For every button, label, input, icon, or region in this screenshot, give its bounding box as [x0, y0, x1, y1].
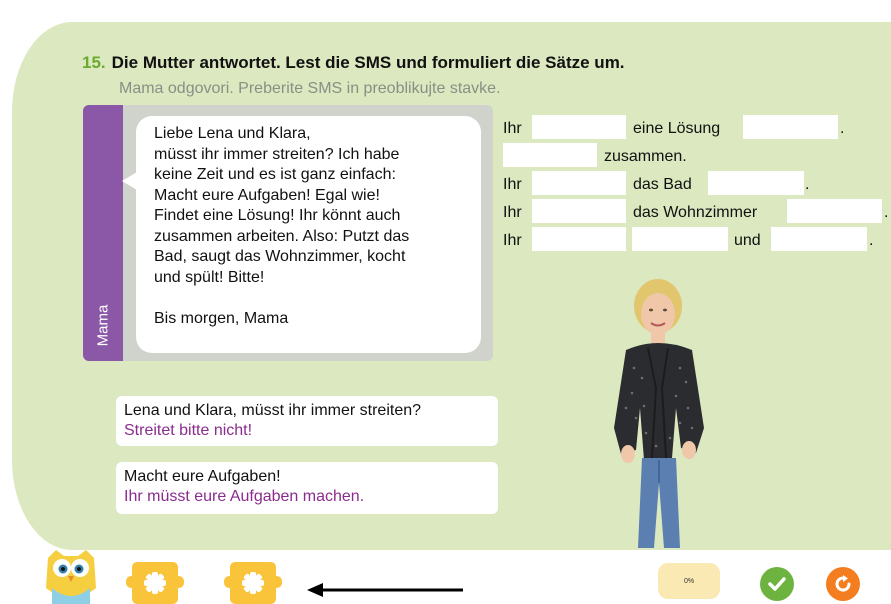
sms-line: Liebe Lena und Klara,	[154, 125, 311, 142]
example-answer: Streitet bitte nicht!	[124, 422, 253, 439]
answer-blank[interactable]	[532, 227, 626, 251]
example-prompt: Macht eure Aufgaben!	[124, 468, 281, 485]
answer-blank[interactable]	[532, 171, 626, 195]
left-arrow-icon	[307, 583, 463, 597]
check-button[interactable]	[760, 567, 794, 601]
line-word: .	[840, 120, 845, 137]
reset-icon	[835, 575, 851, 592]
hint-puzzle-button[interactable]	[126, 560, 184, 604]
line-word: eine Lösung	[633, 120, 721, 137]
sms-closing: Bis morgen, Mama	[154, 309, 289, 327]
sms-sender-label: Mama	[94, 304, 112, 346]
example-box-1: Lena und Klara, müsst ihr immer streiten…	[116, 396, 498, 446]
sms-line: und spült! Bitte!	[154, 268, 265, 286]
sms-line: Macht eure Aufgaben! Egal wie!	[154, 186, 380, 204]
answer-blank[interactable]	[771, 227, 867, 251]
hint-puzzle-button-2[interactable]	[224, 560, 282, 604]
exercise-title: 15. Die Mutter antwortet. Lest die SMS un…	[82, 53, 625, 73]
exercise-title-text: Die Mutter antwortet. Lest die SMS und f…	[111, 53, 625, 72]
line-word: Ihr	[503, 120, 522, 137]
sms-line: Bad, saugt das Wohnzimmer, kocht	[154, 248, 406, 265]
sms-sender-tab: Mama	[83, 105, 123, 361]
owl-icon	[46, 550, 96, 604]
progress-badge: 0%	[658, 563, 720, 599]
line-word: Ihr	[503, 204, 522, 221]
example-answer: Ihr müsst eure Aufgaben machen.	[124, 488, 365, 505]
example-box-2: Macht eure Aufgaben! Ihr müsst eure Aufg…	[116, 462, 498, 514]
check-icon	[768, 577, 786, 591]
line-word: Ihr	[503, 176, 522, 193]
line-word: .	[884, 204, 889, 221]
answer-blank[interactable]	[787, 199, 882, 223]
answer-blank[interactable]	[503, 143, 597, 167]
sms-line: keine Zeit und es ist ganz einfach:	[154, 166, 396, 183]
sms-line: Findet eine Lösung! Ihr könnt auch	[154, 207, 401, 224]
answer-blank[interactable]	[532, 115, 626, 139]
line-word: .	[805, 176, 810, 193]
line-word: zusammen.	[604, 148, 687, 165]
sms-text: Liebe Lena und Klara, müsst ihr immer st…	[154, 124, 474, 329]
progress-value: 0%	[683, 577, 695, 585]
line-word: das Wohnzimmer	[633, 204, 758, 221]
line-word: das Bad	[633, 176, 692, 193]
sms-line: müsst ihr immer streiten? Ich habe	[154, 145, 400, 163]
line-word: .	[869, 232, 874, 249]
mother-photo	[614, 279, 704, 548]
answer-blank[interactable]	[708, 171, 804, 195]
answer-blank[interactable]	[632, 227, 728, 251]
answer-blank[interactable]	[532, 199, 626, 223]
reset-button[interactable]	[826, 567, 860, 601]
sms-line: zusammen arbeiten. Also: Putzt das	[154, 227, 410, 245]
example-prompt: Lena und Klara, müsst ihr immer streiten…	[124, 402, 422, 419]
exercise-number: 15.	[82, 53, 106, 72]
answer-blank[interactable]	[743, 115, 838, 139]
line-word: Ihr	[503, 232, 522, 249]
line-word: und	[734, 232, 761, 249]
exercise-subtitle: Mama odgovori. Preberite SMS in preoblik…	[119, 80, 501, 97]
sms-bubble-tail	[122, 172, 137, 190]
